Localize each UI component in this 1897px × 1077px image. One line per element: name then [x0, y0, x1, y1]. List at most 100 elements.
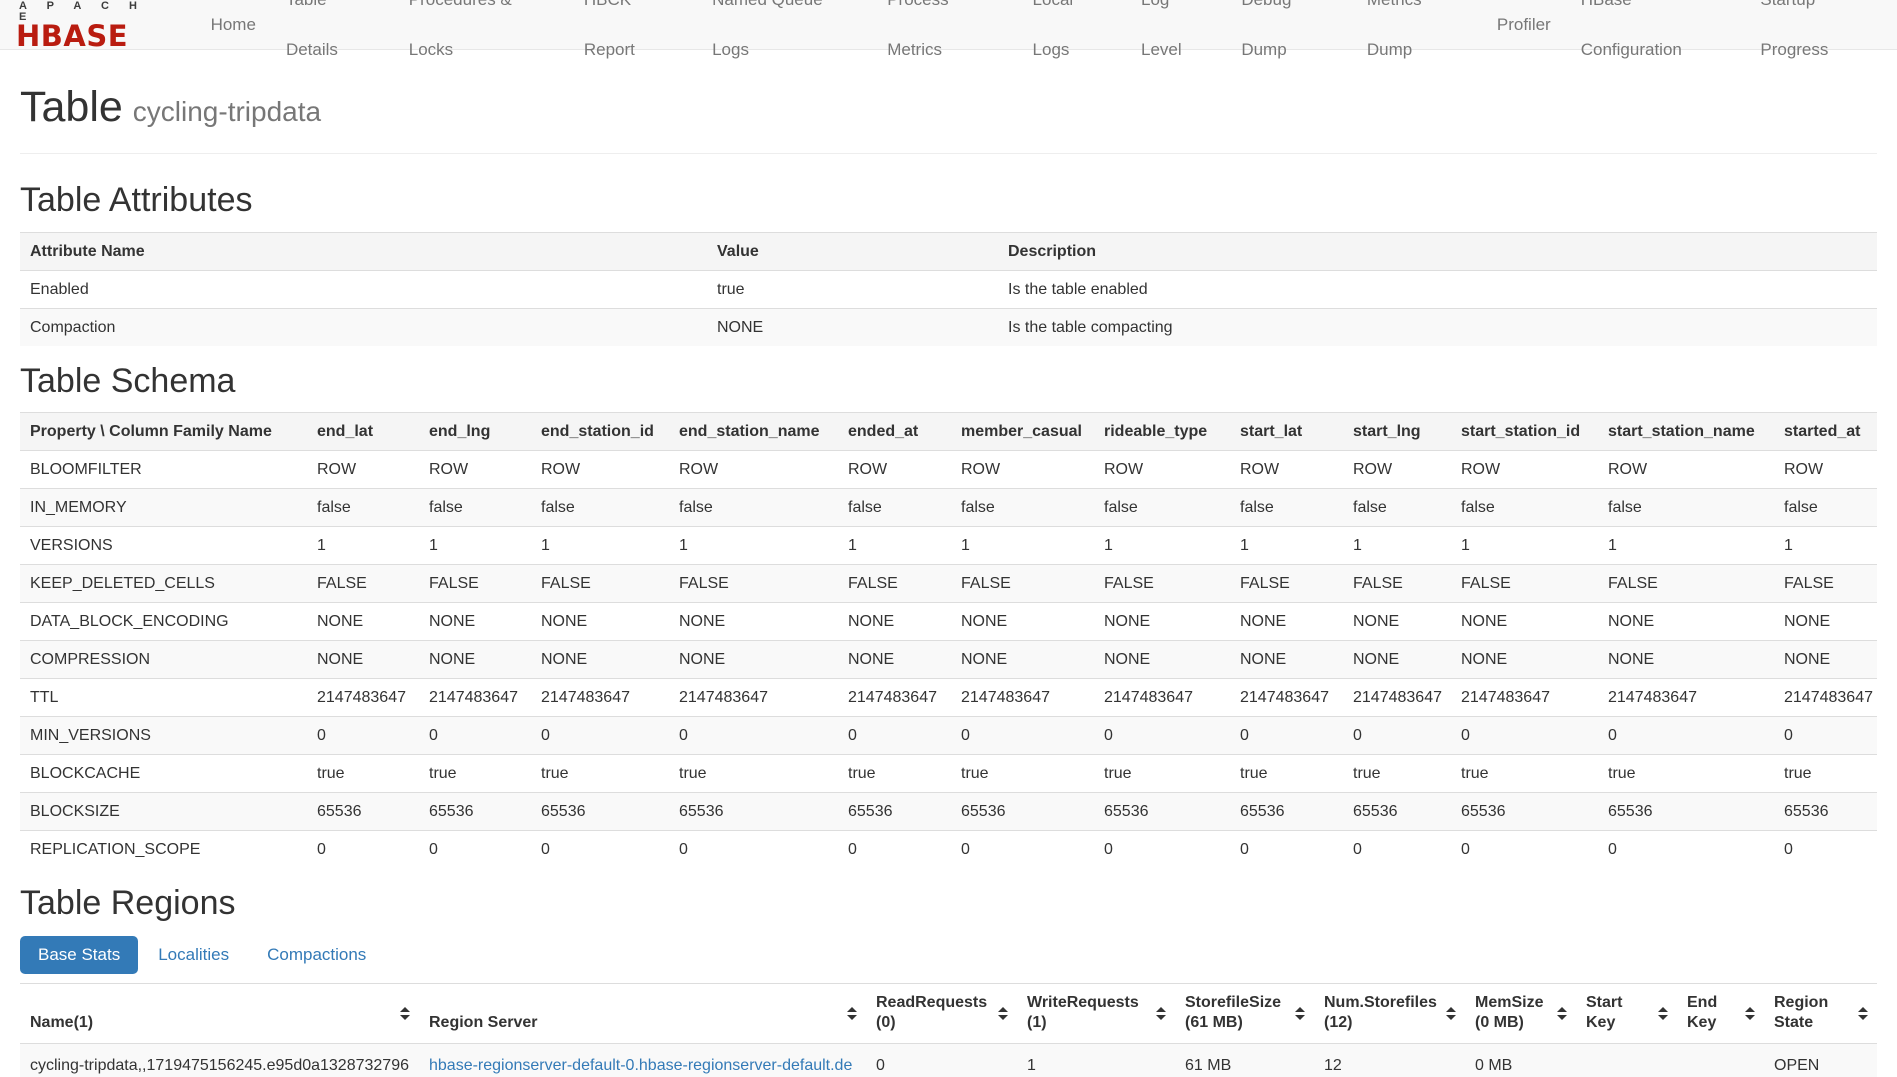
regions-header-row: Name(1)Region ServerReadRequests (0)Writ…	[20, 984, 1877, 1044]
schema-property-value: 1	[951, 527, 1094, 565]
attribute-cell: Is the table enabled	[998, 270, 1877, 308]
table-row: DATA_BLOCK_ENCODINGNONENONENONENONENONEN…	[20, 603, 1877, 641]
sort-icon	[1858, 1007, 1868, 1020]
attribute-cell: Is the table compacting	[998, 308, 1877, 346]
schema-property-value: ROW	[419, 451, 531, 489]
hbase-logo[interactable]: A P A C H E HBASE	[10, 0, 174, 51]
region-server-cell: hbase-regionserver-default-0.hbase-regio…	[419, 1044, 866, 1077]
schema-property-value: 0	[838, 717, 951, 755]
schema-family-header-end-lat: end_lat	[307, 413, 419, 451]
attribute-cell: NONE	[707, 308, 998, 346]
nav-item-startup-progress[interactable]: Startup Progress	[1745, 0, 1897, 75]
nav-item-local-logs[interactable]: Local Logs	[1018, 0, 1126, 75]
nav-item-home[interactable]: Home	[196, 0, 271, 50]
schema-property-value: 0	[531, 717, 669, 755]
nav-item-log-level[interactable]: Log Level	[1126, 0, 1226, 75]
regions-col-header-start-key[interactable]: Start Key	[1576, 984, 1677, 1044]
regions-col-header-storefilesize-61-mb[interactable]: StorefileSize (61 MB)	[1175, 984, 1314, 1044]
page-container: Tablecycling-tripdata Table Attributes A…	[0, 50, 1897, 1077]
regions-col-label: Num.Storefiles (12)	[1324, 994, 1437, 1031]
nav-item-hbck-report[interactable]: HBCK Report	[569, 0, 697, 75]
attributes-col-header-description: Description	[998, 232, 1877, 270]
regions-col-header-region-state[interactable]: Region State	[1764, 984, 1877, 1044]
schema-property-value: 0	[1230, 831, 1343, 869]
schema-property-value: 0	[1774, 717, 1877, 755]
table-row: VERSIONS111111111111	[20, 527, 1877, 565]
nav-item-table-details[interactable]: Table Details	[271, 0, 394, 75]
schema-property-name: COMPRESSION	[20, 641, 307, 679]
schema-property-value: 65536	[951, 793, 1094, 831]
schema-property-value: 2147483647	[1598, 679, 1774, 717]
schema-property-value: 0	[307, 717, 419, 755]
schema-property-name: KEEP_DELETED_CELLS	[20, 565, 307, 603]
page-subtitle: cycling-tripdata	[133, 96, 321, 127]
nav-item-hbase-configuration[interactable]: HBase Configuration	[1566, 0, 1746, 75]
tab-localities[interactable]: Localities	[140, 936, 247, 974]
sort-icon	[1557, 1007, 1567, 1020]
schema-property-value: true	[1774, 755, 1877, 793]
attributes-table: Attribute NameValueDescription Enabledtr…	[20, 232, 1877, 346]
schema-property-value: NONE	[951, 641, 1094, 679]
schema-property-value: FALSE	[531, 565, 669, 603]
tab-compactions[interactable]: Compactions	[249, 936, 384, 974]
schema-property-value: NONE	[1230, 641, 1343, 679]
schema-property-value: false	[1451, 489, 1598, 527]
schema-family-header-rideable-type: rideable_type	[1094, 413, 1230, 451]
tab-base-stats[interactable]: Base Stats	[20, 936, 138, 974]
table-row: BLOCKSIZE6553665536655366553665536655366…	[20, 793, 1877, 831]
regions-col-label: StorefileSize (61 MB)	[1185, 994, 1281, 1031]
schema-property-value: 65536	[307, 793, 419, 831]
sort-icon	[1295, 1007, 1305, 1020]
schema-property-value: 65536	[1230, 793, 1343, 831]
schema-property-value: ROW	[1774, 451, 1877, 489]
schema-property-value: 1	[1598, 527, 1774, 565]
regions-col-header-writerequests-1[interactable]: WriteRequests (1)	[1017, 984, 1175, 1044]
schema-property-value: 1	[838, 527, 951, 565]
schema-property-value: NONE	[1774, 603, 1877, 641]
region-start-key-cell	[1576, 1044, 1677, 1077]
schema-property-value: ROW	[951, 451, 1094, 489]
schema-property-name: TTL	[20, 679, 307, 717]
regions-col-header-end-key[interactable]: End Key	[1677, 984, 1764, 1044]
regions-body: cycling-tripdata,,1719475156245.e95d0a13…	[20, 1044, 1877, 1077]
schema-family-header-start-lat: start_lat	[1230, 413, 1343, 451]
regions-col-header-readrequests-0[interactable]: ReadRequests (0)	[866, 984, 1017, 1044]
schema-property-value: NONE	[1230, 603, 1343, 641]
schema-property-value: 2147483647	[1451, 679, 1598, 717]
schema-property-value: NONE	[1094, 603, 1230, 641]
nav-item-metrics-dump[interactable]: Metrics Dump	[1352, 0, 1482, 75]
schema-body: BLOOMFILTERROWROWROWROWROWROWROWROWROWRO…	[20, 451, 1877, 869]
region-storefile-size-cell: 61 MB	[1175, 1044, 1314, 1077]
schema-property-value: NONE	[838, 603, 951, 641]
regions-col-header-name-1[interactable]: Name(1)	[20, 984, 419, 1044]
schema-property-value: 0	[1230, 717, 1343, 755]
schema-property-value: 2147483647	[419, 679, 531, 717]
regions-col-header-region-server[interactable]: Region Server	[419, 984, 866, 1044]
schema-property-value: 65536	[419, 793, 531, 831]
table-row: CompactionNONEIs the table compacting	[20, 308, 1877, 346]
regions-col-header-memsize-0-mb[interactable]: MemSize (0 MB)	[1465, 984, 1576, 1044]
region-read-requests-cell: 0	[866, 1044, 1017, 1077]
regions-col-header-num-storefiles-12[interactable]: Num.Storefiles (12)	[1314, 984, 1465, 1044]
nav-item-debug-dump[interactable]: Debug Dump	[1226, 0, 1352, 75]
nav-item-named-queue-logs[interactable]: Named Queue Logs	[697, 0, 872, 75]
schema-property-value: 0	[838, 831, 951, 869]
schema-property-value: true	[1094, 755, 1230, 793]
schema-property-value: 1	[531, 527, 669, 565]
schema-table: Property \ Column Family Nameend_latend_…	[20, 412, 1877, 868]
table-row: REPLICATION_SCOPE000000000000	[20, 831, 1877, 869]
schema-property-value: 0	[1094, 717, 1230, 755]
schema-family-header-member-casual: member_casual	[951, 413, 1094, 451]
table-row: KEEP_DELETED_CELLSFALSEFALSEFALSEFALSEFA…	[20, 565, 1877, 603]
schema-header-row: Property \ Column Family Nameend_latend_…	[20, 413, 1877, 451]
nav-item-process-metrics[interactable]: Process Metrics	[872, 0, 1017, 75]
schema-property-value: true	[531, 755, 669, 793]
schema-property-value: 65536	[531, 793, 669, 831]
schema-property-value: NONE	[669, 641, 838, 679]
schema-property-value: ROW	[1230, 451, 1343, 489]
nav-item-procedures-locks[interactable]: Procedures & Locks	[394, 0, 569, 75]
nav-item-profiler[interactable]: Profiler	[1482, 0, 1566, 50]
schema-property-value: NONE	[1774, 641, 1877, 679]
region-server-link[interactable]: hbase-regionserver-default-0.hbase-regio…	[429, 1057, 852, 1077]
schema-property-value: 0	[1598, 717, 1774, 755]
